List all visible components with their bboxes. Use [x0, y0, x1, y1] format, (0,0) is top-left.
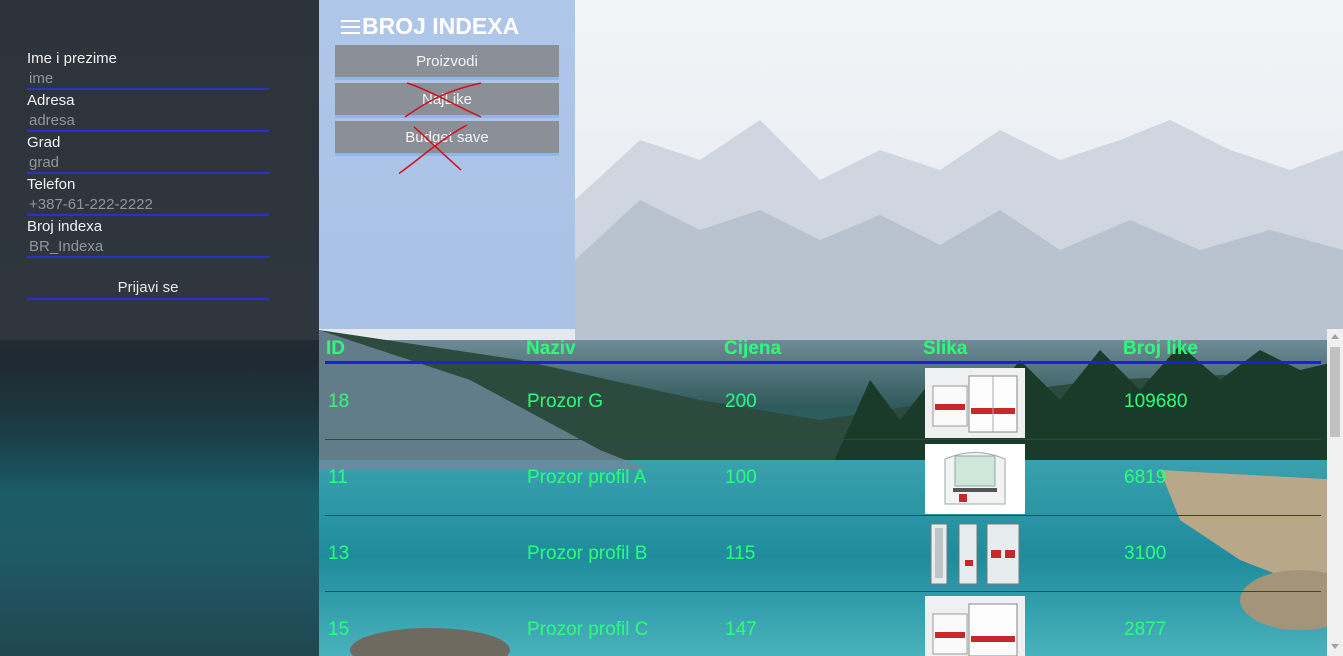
cell-id: 18	[328, 391, 350, 412]
cell-broj-like: 3100	[1124, 543, 1167, 564]
header-slika: Slika	[923, 338, 968, 359]
products-table: ID Naziv Cijena Slika Broj like 18 Prozo…	[319, 329, 1327, 656]
cell-broj-like: 2877	[1124, 619, 1167, 640]
user-form-sidebar: Ime i prezime Adresa Grad Telefon Broj i…	[0, 0, 319, 656]
product-image	[925, 596, 1025, 656]
table-row: 13 Prozor profil B 115 3100	[325, 519, 1321, 591]
header-divider	[325, 361, 1321, 364]
address-field: Adresa	[27, 92, 269, 132]
full-name-input[interactable]	[27, 68, 269, 90]
cell-id: 11	[328, 467, 348, 488]
cell-naziv: Prozor profil B	[527, 543, 648, 564]
header-broj-like: Broj like	[1123, 338, 1198, 359]
menu-item-proizvodi[interactable]: Proizvodi	[335, 45, 559, 80]
scroll-down-arrow-icon[interactable]	[1331, 644, 1339, 649]
cell-cijena: 115	[725, 543, 756, 564]
address-input[interactable]	[27, 110, 269, 132]
table-row: 18 Prozor G 200 109680	[325, 367, 1321, 439]
full-name-field: Ime i prezime	[27, 50, 269, 90]
cell-cijena: 200	[725, 391, 757, 412]
phone-field: Telefon	[27, 176, 269, 216]
hamburger-icon[interactable]	[341, 16, 360, 38]
city-input[interactable]	[27, 152, 269, 174]
cell-naziv: Prozor profil A	[527, 467, 647, 488]
product-image	[925, 444, 1025, 514]
table-row: 11 Prozor profil A 100 6819	[325, 443, 1321, 515]
scroll-up-arrow-icon[interactable]	[1331, 334, 1339, 339]
scrollbar-thumb[interactable]	[1330, 347, 1340, 437]
table-scrollbar[interactable]	[1327, 329, 1343, 656]
menu-item-najlike[interactable]: NajLike	[335, 83, 559, 118]
header-cijena: Cijena	[724, 338, 782, 359]
city-label: Grad	[27, 134, 61, 151]
table-row: 15 Prozor profil C 147 2877	[325, 595, 1321, 656]
row-divider	[325, 591, 1321, 592]
index-number-field: Broj indexa	[27, 218, 269, 258]
cell-cijena: 100	[725, 467, 757, 488]
header-id: ID	[326, 338, 345, 359]
full-name-label: Ime i prezime	[27, 50, 118, 67]
brand-text: BROJ INDEXA	[362, 13, 520, 39]
menu-item-budget-save[interactable]: Budget save	[335, 121, 559, 156]
login-button[interactable]: Prijavi se	[27, 276, 269, 300]
table-header-row: ID Naziv Cijena Slika Broj like	[325, 337, 1321, 363]
index-number-label: Broj indexa	[27, 218, 103, 235]
cell-broj-like: 6819	[1124, 467, 1167, 488]
row-divider	[325, 439, 1321, 440]
city-field: Grad	[27, 134, 269, 174]
brand-title[interactable]: BROJ INDEXA	[341, 13, 519, 40]
nav-menu-panel: BROJ INDEXA Proizvodi NajLike Budget sav…	[319, 0, 575, 329]
cell-naziv: Prozor profil C	[527, 619, 649, 640]
cell-broj-like: 109680	[1124, 391, 1188, 412]
phone-label: Telefon	[27, 176, 76, 193]
address-label: Adresa	[27, 92, 75, 109]
phone-input[interactable]	[27, 194, 269, 216]
row-divider	[325, 515, 1321, 516]
cell-cijena: 147	[725, 619, 757, 640]
cell-naziv: Prozor G	[527, 391, 604, 412]
header-naziv: Naziv	[526, 338, 576, 359]
cell-id: 13	[328, 543, 350, 564]
index-number-input[interactable]	[27, 236, 269, 258]
product-image	[925, 368, 1025, 438]
cell-id: 15	[328, 619, 350, 640]
product-image	[925, 520, 1025, 590]
